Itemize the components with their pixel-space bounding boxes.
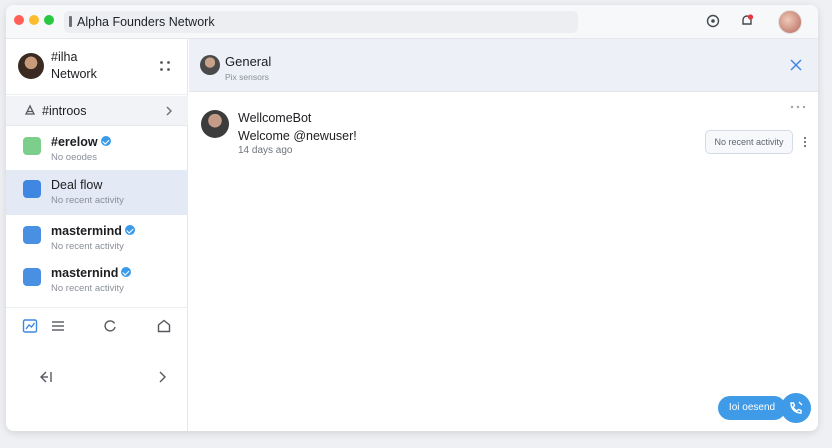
verified-icon <box>100 136 111 146</box>
collapse-left-icon[interactable] <box>38 369 54 385</box>
room-item[interactable]: mastermind No recent activity <box>6 216 188 261</box>
title-bar: Alpha Founders Network <box>6 5 818 39</box>
room-item[interactable]: masternind No recent activity <box>6 258 188 303</box>
chevron-right-icon <box>166 106 172 116</box>
app-window: Alpha Founders Network #ilha Network #in… <box>6 5 818 431</box>
room-subtitle: No recent activity <box>51 241 124 252</box>
room-avatar <box>200 55 220 75</box>
room-header: General Pix sensors <box>189 39 818 92</box>
channel-selector[interactable]: #introos <box>6 96 188 126</box>
room-icon <box>23 268 41 286</box>
sidebar: #ilha Network #introos #erelow No oeodes… <box>6 39 188 431</box>
activity-badge[interactable]: No recent activity <box>705 130 793 154</box>
kebab-menu-icon[interactable] <box>803 135 807 149</box>
room-icon <box>23 226 41 244</box>
room-name: masternind <box>51 266 132 280</box>
room-item[interactable]: #erelow No oeodes <box>6 127 188 172</box>
more-options-icon[interactable] <box>789 105 807 109</box>
address-title: Alpha Founders Network <box>77 15 215 29</box>
main-panel: General Pix sensors WellcomeBot Welcome … <box>189 39 818 431</box>
maximize-window-button[interactable] <box>44 15 54 25</box>
room-item[interactable]: Deal flow No recent activity <box>6 170 188 215</box>
address-bar[interactable]: Alpha Founders Network <box>64 11 578 33</box>
phone-icon <box>790 401 803 414</box>
message-author[interactable]: WellcomeBot <box>238 111 311 125</box>
message-timestamp: 14 days ago <box>238 145 293 156</box>
sidebar-pagination <box>6 359 188 395</box>
notification-icon[interactable] <box>739 13 755 29</box>
home-icon[interactable] <box>156 318 172 334</box>
workspace-header[interactable]: #ilha Network <box>6 39 188 95</box>
room-name: #erelow <box>51 135 111 149</box>
sidebar-toolbar <box>6 307 188 343</box>
verified-icon <box>121 267 132 277</box>
chart-icon[interactable] <box>22 318 38 334</box>
room-subtitle: No recent activity <box>51 283 124 294</box>
refresh-icon[interactable] <box>102 318 118 334</box>
lock-icon <box>69 16 72 27</box>
room-subtitle: No recent activity <box>51 195 124 206</box>
room-icon <box>23 180 41 198</box>
room-name: mastermind <box>51 224 135 238</box>
list-icon[interactable] <box>50 318 66 334</box>
message-avatar[interactable] <box>201 110 229 138</box>
user-avatar[interactable] <box>778 10 802 34</box>
fab-label-button[interactable]: Ioi oesend <box>718 396 786 420</box>
chevron-right-icon[interactable] <box>154 369 170 385</box>
workspace-avatar <box>18 53 44 79</box>
workspace-name: #ilha Network <box>51 49 97 83</box>
close-window-button[interactable] <box>14 15 24 25</box>
channel-label: #introos <box>42 104 87 118</box>
room-subtitle: No oeodes <box>51 152 97 163</box>
minimize-window-button[interactable] <box>29 15 39 25</box>
settings-icon[interactable] <box>705 13 721 29</box>
close-icon[interactable] <box>788 57 804 73</box>
room-title: General <box>225 54 272 69</box>
verified-icon <box>124 225 135 235</box>
channel-icon <box>24 104 36 115</box>
room-subtitle: Pix sensors <box>225 72 269 82</box>
grid-menu-icon[interactable] <box>158 59 172 73</box>
workspace-name-line1: #ilha <box>51 50 78 64</box>
room-name: Deal flow <box>51 178 103 192</box>
room-icon <box>23 137 41 155</box>
call-button[interactable] <box>781 393 811 423</box>
workspace-name-line2: Network <box>51 67 97 81</box>
message-text: Welcome @newuser! <box>238 129 357 143</box>
